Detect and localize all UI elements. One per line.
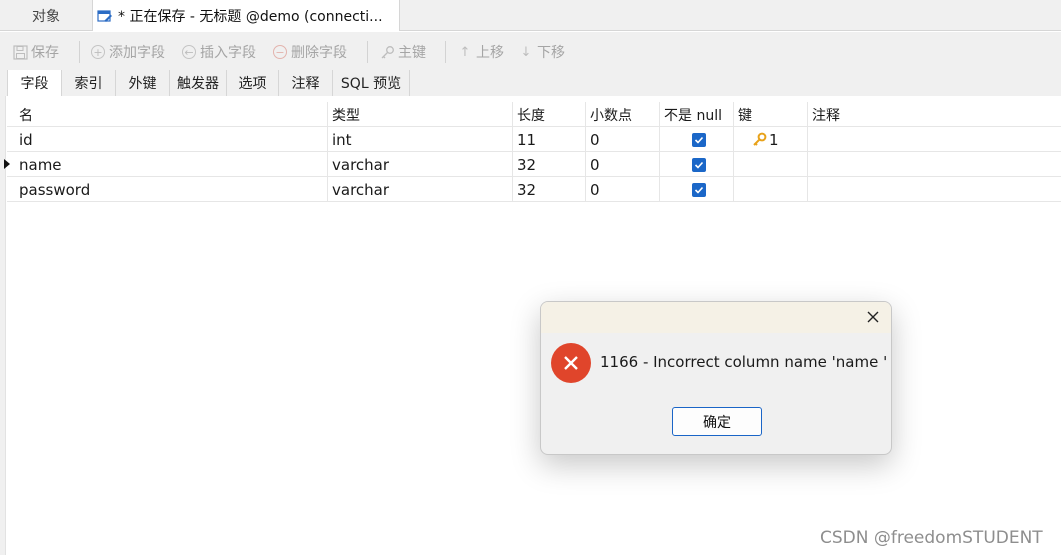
cell-field-type[interactable]: varchar bbox=[328, 152, 513, 177]
cell-field-type[interactable]: int bbox=[328, 127, 513, 152]
header-comment[interactable]: 注释 bbox=[808, 102, 1061, 127]
plus-circle-icon: + bbox=[90, 44, 106, 60]
table-row[interactable]: id int 11 0 1 bbox=[7, 127, 1061, 152]
grid-header-row: 名 类型 长度 小数点 不是 null 键 注释 bbox=[7, 102, 1061, 127]
table-row[interactable]: password varchar 32 0 bbox=[7, 177, 1061, 202]
cell-comment[interactable] bbox=[808, 152, 1061, 177]
move-up-button[interactable]: ↑ 上移 bbox=[457, 42, 504, 62]
tab-fields[interactable]: 字段 bbox=[7, 70, 62, 96]
tab-objects[interactable]: 对象 bbox=[0, 0, 92, 31]
tab-comment[interactable]: 注释 bbox=[279, 70, 333, 96]
add-field-button[interactable]: + 添加字段 bbox=[90, 42, 165, 62]
cell-not-null bbox=[660, 152, 734, 177]
cell-field-name[interactable]: id bbox=[15, 127, 328, 152]
cell-field-name[interactable]: password bbox=[15, 177, 328, 202]
designer-toolbar: 保存 + 添加字段 ← 插入字段 − 删除字段 主键 ↑ 上移 ↓ 下移 bbox=[0, 32, 1061, 70]
current-row-marker bbox=[4, 159, 10, 169]
key-order: 1 bbox=[769, 130, 779, 149]
insert-field-button[interactable]: ← 插入字段 bbox=[181, 42, 256, 62]
error-message: 1166 - Incorrect column name 'name ' bbox=[600, 353, 888, 371]
watermark: CSDN @freedomSTUDENT bbox=[820, 528, 1043, 548]
cell-field-length[interactable]: 11 bbox=[513, 127, 586, 152]
minus-circle-icon: − bbox=[272, 44, 288, 60]
tab-table-designer[interactable]: * 正在保存 - 无标题 @demo (connecti... bbox=[92, 0, 400, 31]
header-not-null[interactable]: 不是 null bbox=[660, 102, 734, 127]
arrow-down-icon: ↓ bbox=[520, 44, 532, 60]
tab-sql-preview[interactable]: SQL 预览 bbox=[333, 70, 410, 96]
primary-key-label: 主键 bbox=[398, 45, 426, 61]
save-icon bbox=[12, 44, 28, 60]
designer-subtabs: 字段 索引 外键 触发器 选项 注释 SQL 预览 bbox=[0, 70, 1061, 96]
cell-key[interactable] bbox=[734, 152, 808, 177]
error-x-icon bbox=[551, 343, 591, 383]
close-icon[interactable] bbox=[865, 309, 881, 325]
document-tab-bar: 对象 * 正在保存 - 无标题 @demo (connecti... bbox=[0, 0, 1061, 31]
not-null-checkbox[interactable] bbox=[692, 132, 706, 147]
toolbar-divider bbox=[445, 41, 446, 63]
header-name[interactable]: 名 bbox=[15, 102, 328, 127]
primary-key-button[interactable]: 主键 bbox=[379, 42, 426, 62]
cell-field-decimals[interactable]: 0 bbox=[586, 152, 660, 177]
tab-foreign-keys[interactable]: 外键 bbox=[116, 70, 170, 96]
cell-field-length[interactable]: 32 bbox=[513, 177, 586, 202]
cell-not-null bbox=[660, 127, 734, 152]
header-key[interactable]: 键 bbox=[734, 102, 808, 127]
cell-field-length[interactable]: 32 bbox=[513, 152, 586, 177]
cell-key[interactable] bbox=[734, 177, 808, 202]
table-design-icon bbox=[97, 8, 113, 24]
tab-options-label: 选项 bbox=[238, 76, 267, 92]
tab-table-designer-title: * 正在保存 - 无标题 @demo (connecti... bbox=[118, 8, 383, 25]
cell-not-null bbox=[660, 177, 734, 202]
tab-sql-preview-label: SQL 预览 bbox=[340, 76, 402, 92]
not-null-checkbox[interactable] bbox=[692, 182, 706, 197]
tab-triggers-label: 触发器 bbox=[177, 76, 219, 92]
cell-field-type[interactable]: varchar bbox=[328, 177, 513, 202]
arrow-up-icon: ↑ bbox=[459, 44, 471, 60]
add-field-label: 添加字段 bbox=[109, 45, 165, 61]
error-dialog: 1166 - Incorrect column name 'name ' 确定 bbox=[540, 301, 892, 455]
dialog-title-bar[interactable] bbox=[541, 302, 891, 333]
tab-options[interactable]: 选项 bbox=[227, 70, 279, 96]
key-icon bbox=[379, 44, 395, 60]
cell-comment[interactable] bbox=[808, 177, 1061, 202]
tab-triggers[interactable]: 触发器 bbox=[170, 70, 227, 96]
save-button[interactable]: 保存 bbox=[12, 42, 59, 62]
tab-indexes[interactable]: 索引 bbox=[62, 70, 116, 96]
not-null-checkbox[interactable] bbox=[692, 157, 706, 172]
cell-comment[interactable] bbox=[808, 127, 1061, 152]
move-down-label: 下移 bbox=[537, 45, 565, 61]
toolbar-divider bbox=[367, 41, 368, 63]
delete-field-button[interactable]: − 删除字段 bbox=[272, 42, 347, 62]
tab-fields-label: 字段 bbox=[20, 76, 49, 92]
tab-comment-label: 注释 bbox=[291, 76, 320, 92]
table-row[interactable]: name varchar 32 0 bbox=[4, 152, 1061, 177]
cell-field-decimals[interactable]: 0 bbox=[586, 177, 660, 202]
primary-key-icon bbox=[752, 132, 767, 147]
header-decimals[interactable]: 小数点 bbox=[586, 102, 660, 127]
insert-field-label: 插入字段 bbox=[200, 45, 256, 61]
delete-field-label: 删除字段 bbox=[291, 45, 347, 61]
tab-foreign-keys-label: 外键 bbox=[128, 76, 157, 92]
cell-key[interactable]: 1 bbox=[734, 127, 808, 152]
tab-objects-label: 对象 bbox=[32, 8, 60, 25]
move-down-button[interactable]: ↓ 下移 bbox=[518, 42, 565, 62]
move-up-label: 上移 bbox=[476, 45, 504, 61]
cell-field-decimals[interactable]: 0 bbox=[586, 127, 660, 152]
ok-button[interactable]: 确定 bbox=[672, 407, 762, 436]
header-type[interactable]: 类型 bbox=[328, 102, 513, 127]
tab-indexes-label: 索引 bbox=[74, 76, 103, 92]
save-label: 保存 bbox=[31, 45, 59, 61]
toolbar-divider bbox=[79, 41, 80, 63]
cell-field-name[interactable]: name bbox=[15, 152, 328, 177]
arrow-left-circle-icon: ← bbox=[181, 44, 197, 60]
header-length[interactable]: 长度 bbox=[513, 102, 586, 127]
